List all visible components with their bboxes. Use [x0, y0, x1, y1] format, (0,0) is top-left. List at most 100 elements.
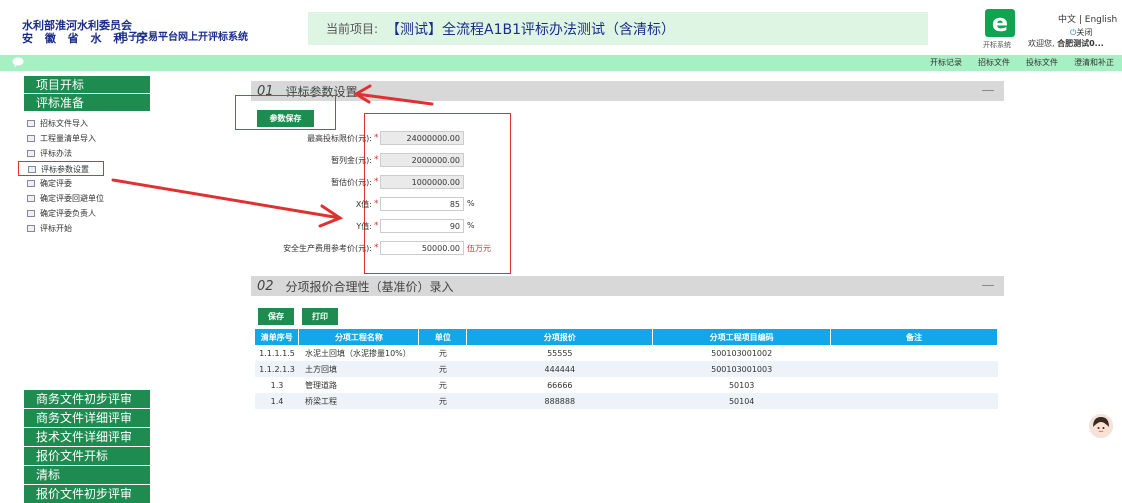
field-label: 最高投标限价(元):: [307, 134, 372, 143]
sidebar-item-eval-start[interactable]: 评标开始: [26, 221, 140, 236]
table-cell: 50103: [728, 380, 755, 390]
document-icon: [27, 180, 35, 187]
table-row[interactable]: 1.3 管理道路 元 66666 50103: [255, 377, 998, 393]
table-cell: 50104: [652, 393, 831, 409]
link-bid-document[interactable]: 投标文件: [1026, 57, 1058, 68]
sidebar-item-import-tender[interactable]: 招标文件导入: [26, 116, 140, 131]
table-cell: [830, 361, 998, 377]
section-title: 分项报价合理性（基准价）录入: [285, 279, 454, 294]
field-label: X值:: [355, 200, 372, 209]
table-cell: 1.1.2.1.3: [255, 361, 299, 377]
system-name: 电子交易平台网上开评标系统: [118, 32, 248, 43]
sidebar-item-eval-params[interactable]: 评标参数设置: [18, 161, 104, 176]
estimated-price-input[interactable]: [380, 175, 464, 189]
close-label: 关闭: [1076, 28, 1093, 37]
document-icon: [27, 210, 35, 217]
table-cell: 55555: [547, 348, 573, 358]
field-estimated-price: 暂估价(元): *: [255, 175, 515, 190]
table-cell: 管理道路: [304, 380, 337, 390]
required-mark: *: [374, 243, 379, 253]
table-cell: [831, 345, 998, 361]
required-mark: *: [374, 155, 379, 165]
provisional-sum-input[interactable]: [380, 153, 464, 167]
document-icon: [27, 150, 35, 157]
project-label: 当前项目:: [326, 22, 379, 36]
sidebar-subitems: 招标文件导入 工程量清单导入 评标办法 评标参数设置 确定评委 确定评委回避单位…: [18, 116, 140, 236]
sidebar-section-bid-opening[interactable]: 项目开标: [24, 76, 150, 94]
sidebar-item-expert-leader[interactable]: 确定评委负责人: [26, 206, 140, 221]
column-header: 单位: [418, 329, 468, 345]
document-icon: [27, 135, 35, 142]
sidebar-section-eval-prep[interactable]: 评标准备: [24, 94, 150, 112]
document-icon: [27, 120, 35, 127]
collapse-icon[interactable]: [982, 90, 994, 91]
param-save-button[interactable]: 参数保存: [257, 110, 314, 127]
sidebar-section-price-initial[interactable]: 报价文件初步评审: [24, 485, 150, 503]
table-row[interactable]: 1.1.1.1.5 水泥土回填（水泥掺量10%） 元 55555 5001030…: [255, 345, 998, 361]
y-value-input[interactable]: [380, 219, 464, 233]
amount-in-words: 伍万元: [467, 244, 491, 253]
welcome-label: 欢迎您,: [1028, 39, 1055, 48]
sidebar-item-confirm-experts[interactable]: 确定评委: [26, 176, 140, 191]
current-project-bar: 当前项目: 【测试】全流程A1B1评标办法测试（含清标）: [308, 12, 928, 45]
table-cell: 444444: [466, 361, 653, 377]
document-icon: [27, 225, 35, 232]
link-clarification[interactable]: 澄清和补正: [1074, 57, 1114, 68]
table-cell: 66666: [547, 380, 573, 390]
link-bid-opening-record[interactable]: 开标记录: [930, 57, 962, 68]
sidebar-item-eval-method[interactable]: 评标办法: [26, 146, 140, 161]
sidebar-section-price-opening[interactable]: 报价文件开标: [24, 447, 150, 466]
page: 水利部淮河水利委员会 安 徽 省 水 利 厅 电子交易平台网上开评标系统 当前项…: [0, 0, 1122, 503]
sidebar-section-commercial-initial[interactable]: 商务文件初步评审: [24, 390, 150, 409]
sidebar-item-label: 确定评委负责人: [40, 209, 96, 218]
sidebar-section-clearing[interactable]: 清标: [24, 466, 150, 485]
sidebar-item-label: 评标办法: [40, 149, 72, 158]
save-button[interactable]: 保存: [258, 308, 294, 325]
price-table: 清单序号 分项工程名称 单位 分项报价 分项工程项目编码 备注 1.1.1.1.…: [255, 329, 998, 409]
table-cell: 元: [438, 380, 447, 390]
document-icon: [27, 195, 35, 202]
table-cell: [831, 377, 998, 393]
section-price-reasonableness-header[interactable]: 02 分项报价合理性（基准价）录入: [251, 276, 1004, 296]
chat-icon[interactable]: [12, 57, 24, 67]
sidebar-item-label: 确定评委回避单位: [40, 194, 104, 203]
field-unit: %: [467, 199, 475, 208]
table-row[interactable]: 1.1.2.1.3 土方回填 元 444444 500103001003: [255, 361, 998, 377]
safety-cost-input[interactable]: [380, 241, 464, 255]
assistant-avatar-icon[interactable]: [1089, 414, 1113, 438]
field-label: 暂列金(元):: [331, 156, 372, 165]
section-eval-params-header[interactable]: 01 评标参数设置: [251, 81, 1004, 101]
field-x-value: X值: * %: [255, 197, 515, 212]
sidebar-section-technical-detail[interactable]: 技术文件详细评审: [24, 428, 150, 447]
required-mark: *: [374, 133, 379, 143]
sidebar-item-label: 评标参数设置: [41, 165, 89, 174]
required-mark: *: [374, 177, 379, 187]
table-cell: 500103001002: [711, 348, 773, 358]
sidebar-item-avoid-units[interactable]: 确定评委回避单位: [26, 191, 140, 206]
print-button[interactable]: 打印: [302, 308, 338, 325]
max-bid-price-input[interactable]: [380, 131, 464, 145]
x-value-input[interactable]: [380, 197, 464, 211]
field-label: 暂估价(元):: [331, 178, 372, 187]
sidebar-bottom-sections: 商务文件初步评审 商务文件详细评审 技术文件详细评审 报价文件开标 清标 报价文…: [24, 390, 150, 503]
table-row[interactable]: 1.4 桥梁工程 元 888888 50104: [255, 393, 998, 409]
required-mark: *: [374, 199, 379, 209]
table-cell: 500103001003: [652, 361, 831, 377]
annotation-arrows: [111, 84, 434, 228]
field-y-value: Y值: * %: [255, 219, 515, 234]
sidebar-section-commercial-detail[interactable]: 商务文件详细评审: [24, 409, 150, 428]
link-tender-document[interactable]: 招标文件: [978, 57, 1010, 68]
required-mark: *: [374, 221, 379, 231]
field-max-bid-price: 最高投标限价(元): *: [255, 131, 515, 146]
table-cell: 1.1.1.1.5: [259, 348, 295, 358]
table-cell: [830, 393, 998, 409]
collapse-icon[interactable]: [982, 285, 994, 286]
bid-opening-system-icon[interactable]: e: [985, 9, 1015, 37]
user-name[interactable]: 合肥测试0...: [1057, 39, 1104, 48]
column-header: 备注: [830, 329, 998, 345]
sidebar-item-import-bill[interactable]: 工程量清单导入: [26, 131, 140, 146]
language-switch[interactable]: 中文 | English: [1058, 12, 1117, 25]
sidebar-item-label: 确定评委: [40, 179, 72, 188]
close-button[interactable]: ⏻关闭: [1070, 27, 1092, 38]
field-label: 安全生产费用参考价(元):: [283, 244, 372, 253]
